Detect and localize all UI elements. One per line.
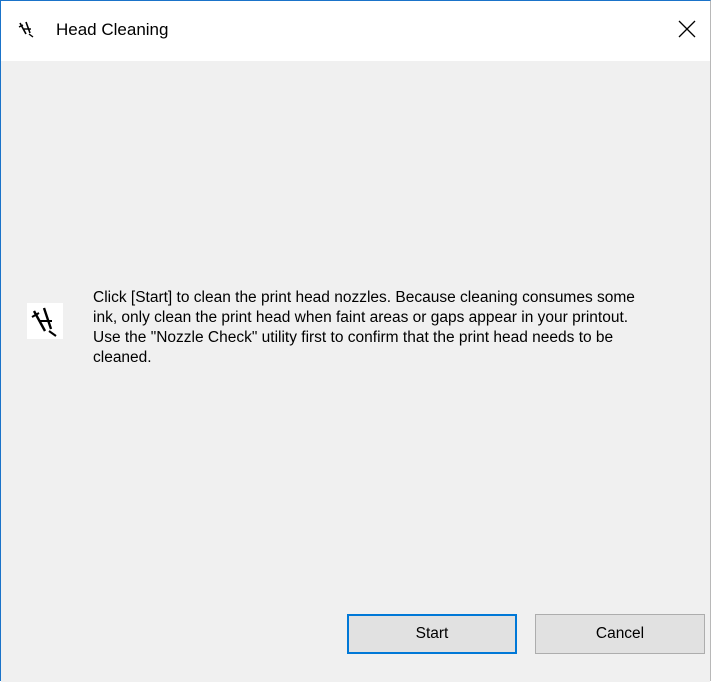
close-icon [678, 20, 696, 43]
head-cleaning-dialog: Head Cleaning Click [Start] to clean the… [0, 0, 711, 682]
cancel-button[interactable]: Cancel [535, 614, 705, 654]
window-title: Head Cleaning [56, 20, 169, 39]
title-bar[interactable]: Head Cleaning [1, 1, 710, 61]
instruction-message: Click [Start] to clean the print head no… [93, 289, 635, 366]
printer-head-icon [27, 303, 63, 339]
printer-head-icon [17, 19, 37, 39]
close-button[interactable] [664, 1, 710, 61]
start-button[interactable]: Start [347, 614, 517, 654]
dialog-body: Click [Start] to clean the print head no… [1, 61, 710, 682]
